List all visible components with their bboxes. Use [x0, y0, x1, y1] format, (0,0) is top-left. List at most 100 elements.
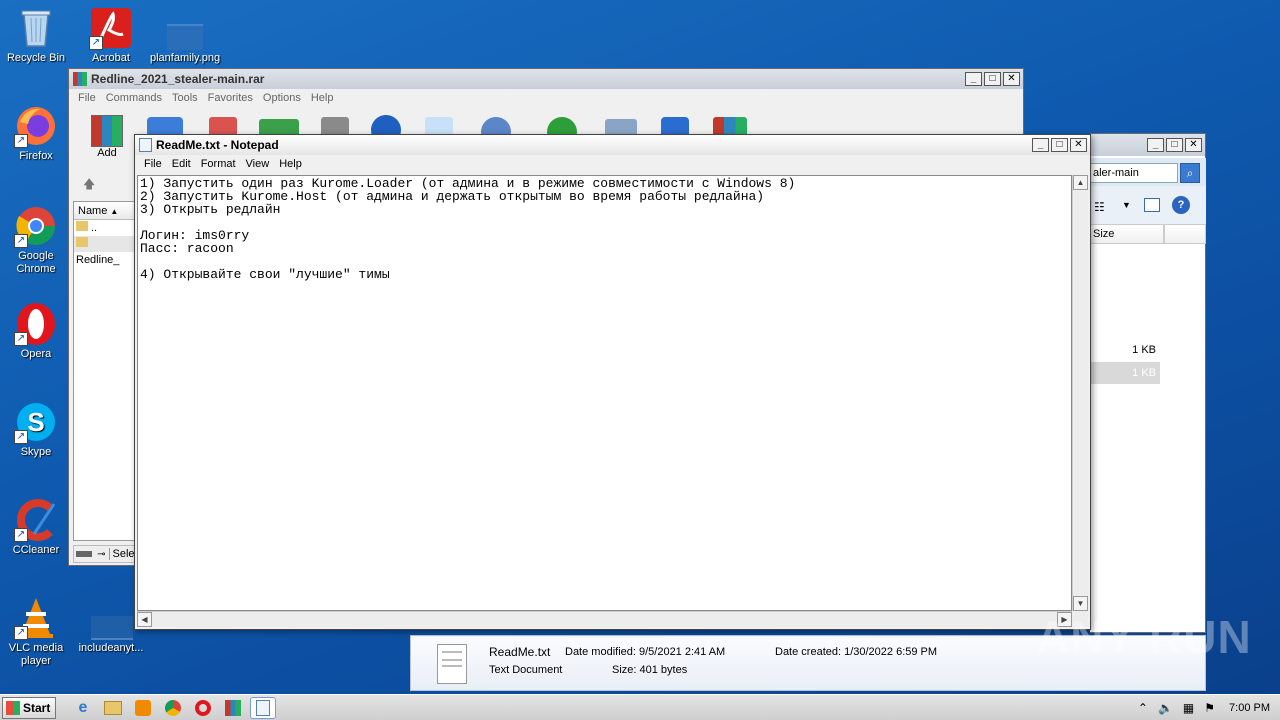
close-button[interactable]: ✕: [1185, 138, 1202, 152]
explorer-window[interactable]: _ □ ✕ aler-main ⌕ ☷ ▼ ? Size 1 KB 1 KB: [1090, 133, 1206, 633]
desktop-icon-opera[interactable]: ↗ Opera: [1, 302, 71, 361]
close-button[interactable]: ✕: [1003, 72, 1020, 86]
minimize-button[interactable]: _: [965, 72, 982, 86]
notepad-window[interactable]: ReadMe.txt - Notepad _ □ ✕ File Edit For…: [134, 134, 1091, 630]
shortcut-arrow-icon: ↗: [14, 332, 28, 346]
text-line: 4) Открывайте свои "лучшие" тимы: [140, 267, 390, 282]
up-button[interactable]: 🡅: [83, 175, 101, 193]
taskbar-winrar[interactable]: [220, 697, 246, 719]
search-icon[interactable]: ⌕: [1180, 163, 1200, 183]
minimize-button[interactable]: _: [1147, 138, 1164, 152]
close-button[interactable]: ✕: [1070, 138, 1087, 152]
winrar-menubar: File Commands Tools Favorites Options He…: [69, 89, 1023, 107]
notepad-menubar: File Edit Format View Help: [135, 155, 1090, 173]
scroll-down-arrow-icon[interactable]: ▼: [1073, 596, 1088, 611]
archive-add-icon: [91, 115, 123, 147]
taskbar-explorer[interactable]: [100, 697, 126, 719]
menu-favorites[interactable]: Favorites: [203, 92, 258, 104]
preview-pane-icon[interactable]: [1144, 198, 1160, 212]
shortcut-arrow-icon: ↗: [14, 234, 28, 248]
desktop-icon-acrobat[interactable]: ↗ Acrobat: [76, 6, 146, 65]
desktop-icon-firefox[interactable]: ↗ Firefox: [1, 104, 71, 163]
chevron-down-icon[interactable]: ▼: [1122, 200, 1131, 210]
details-size: Size: 401 bytes: [612, 664, 688, 676]
notepad-text-area[interactable]: 1) Запустить один раз Kurome.Loader (от …: [137, 175, 1072, 611]
desktop-icon-label: includeanyt...: [78, 642, 144, 654]
explorer-command-bar: ☷ ▼ ?: [1090, 186, 1206, 228]
text-line: 3) Открыть редлайн: [140, 202, 281, 217]
start-button[interactable]: Start: [2, 696, 56, 719]
taskbar-media-player[interactable]: [130, 697, 156, 719]
taskbar-chrome[interactable]: [160, 697, 186, 719]
desktop-icon-label: VLC media player: [8, 642, 64, 667]
winrar-file-list[interactable]: Name ▲ .. Redline_: [73, 201, 135, 541]
taskbar-opera[interactable]: [190, 697, 216, 719]
menu-view[interactable]: View: [241, 158, 275, 170]
shortcut-arrow-icon: ↗: [14, 626, 28, 640]
notepad-titlebar[interactable]: ReadMe.txt - Notepad _ □ ✕: [135, 135, 1090, 155]
desktop-icon-chrome[interactable]: ↗ Google Chrome: [1, 204, 71, 276]
scroll-up-arrow-icon[interactable]: ▲: [1073, 175, 1088, 190]
folder-icon: [76, 237, 88, 247]
maximize-button[interactable]: □: [1051, 138, 1068, 152]
desktop-icon-recycle-bin[interactable]: Recycle Bin: [1, 6, 71, 65]
winrar-icon: [225, 699, 241, 716]
media-player-icon: [135, 699, 151, 716]
search-box[interactable]: aler-main: [1090, 163, 1178, 183]
menu-tools[interactable]: Tools: [167, 92, 203, 104]
maximize-button[interactable]: □: [1166, 138, 1183, 152]
recycle-bin-icon: [14, 6, 58, 50]
minimize-button[interactable]: _: [1032, 138, 1049, 152]
menu-format[interactable]: Format: [196, 158, 241, 170]
desktop-icon-planfamily[interactable]: planfamily.png: [150, 6, 220, 65]
menu-edit[interactable]: Edit: [167, 158, 196, 170]
details-date-created: Date created: 1/30/2022 6:59 PM: [775, 646, 938, 658]
windows-logo-icon: [6, 700, 20, 715]
menu-commands[interactable]: Commands: [101, 92, 167, 104]
acrobat-icon: ↗: [89, 6, 133, 50]
desktop-icon-vlc[interactable]: ↗ VLC media player: [1, 596, 71, 668]
tray-flag-icon[interactable]: ⚑: [1204, 701, 1215, 715]
view-options-icon[interactable]: ☷: [1094, 200, 1105, 214]
tray-sound-icon[interactable]: 🔈: [1158, 701, 1173, 715]
maximize-button[interactable]: □: [984, 72, 1001, 86]
explorer-titlebar[interactable]: _ □ ✕: [1090, 134, 1205, 156]
text-line: Пасс: racoon: [140, 241, 234, 256]
watermark: ANY RUN: [1036, 611, 1252, 663]
horizontal-scrollbar[interactable]: ◀ ▶: [137, 611, 1072, 627]
scroll-left-arrow-icon[interactable]: ◀: [137, 612, 152, 627]
help-icon[interactable]: ?: [1172, 196, 1190, 214]
desktop-icon-skype[interactable]: S ↗ Skype: [1, 400, 71, 459]
tray-expand-icon[interactable]: ⌃: [1138, 701, 1148, 715]
column-header-extra[interactable]: [1164, 224, 1206, 244]
add-button[interactable]: Add: [87, 115, 127, 159]
tray-network-icon[interactable]: ▦: [1183, 701, 1194, 715]
menu-help[interactable]: Help: [306, 92, 339, 104]
menu-file[interactable]: File: [73, 92, 101, 104]
chrome-icon: [165, 699, 181, 716]
details-type: Text Document: [489, 664, 563, 676]
menu-file[interactable]: File: [139, 158, 167, 170]
file-size-cell: 1 KB: [1090, 362, 1160, 384]
list-item[interactable]: ..: [74, 220, 134, 236]
menu-help[interactable]: Help: [274, 158, 307, 170]
notepad-icon: [256, 699, 270, 716]
clock[interactable]: 7:00 PM: [1229, 702, 1270, 714]
taskbar-ie[interactable]: e: [70, 697, 96, 719]
taskbar-notepad[interactable]: [250, 696, 276, 719]
list-item[interactable]: Redline_: [74, 236, 134, 266]
winrar-titlebar[interactable]: Redline_2021_stealer-main.rar _ □ ✕: [69, 69, 1023, 89]
sort-up-icon: ▲: [110, 207, 119, 216]
desktop-icon-label: Recycle Bin: [6, 52, 66, 64]
column-header-name[interactable]: Name ▲: [74, 202, 134, 220]
text-document-icon: [437, 644, 467, 684]
details-date-modified: Date modified: 9/5/2021 2:41 AM: [565, 646, 726, 658]
desktop-icon-ccleaner[interactable]: ↗ CCleaner: [1, 498, 71, 557]
vertical-scrollbar[interactable]: ▲ ▼: [1072, 175, 1088, 611]
opera-icon: ↗: [14, 302, 58, 346]
shortcut-arrow-icon: ↗: [14, 528, 28, 542]
column-header-size[interactable]: Size: [1090, 224, 1164, 244]
menu-options[interactable]: Options: [258, 92, 306, 104]
details-filename: ReadMe.txt: [489, 645, 551, 659]
taskbar: Start e ⌃ 🔈 ▦ ⚑ 7:00 PM: [0, 694, 1280, 720]
